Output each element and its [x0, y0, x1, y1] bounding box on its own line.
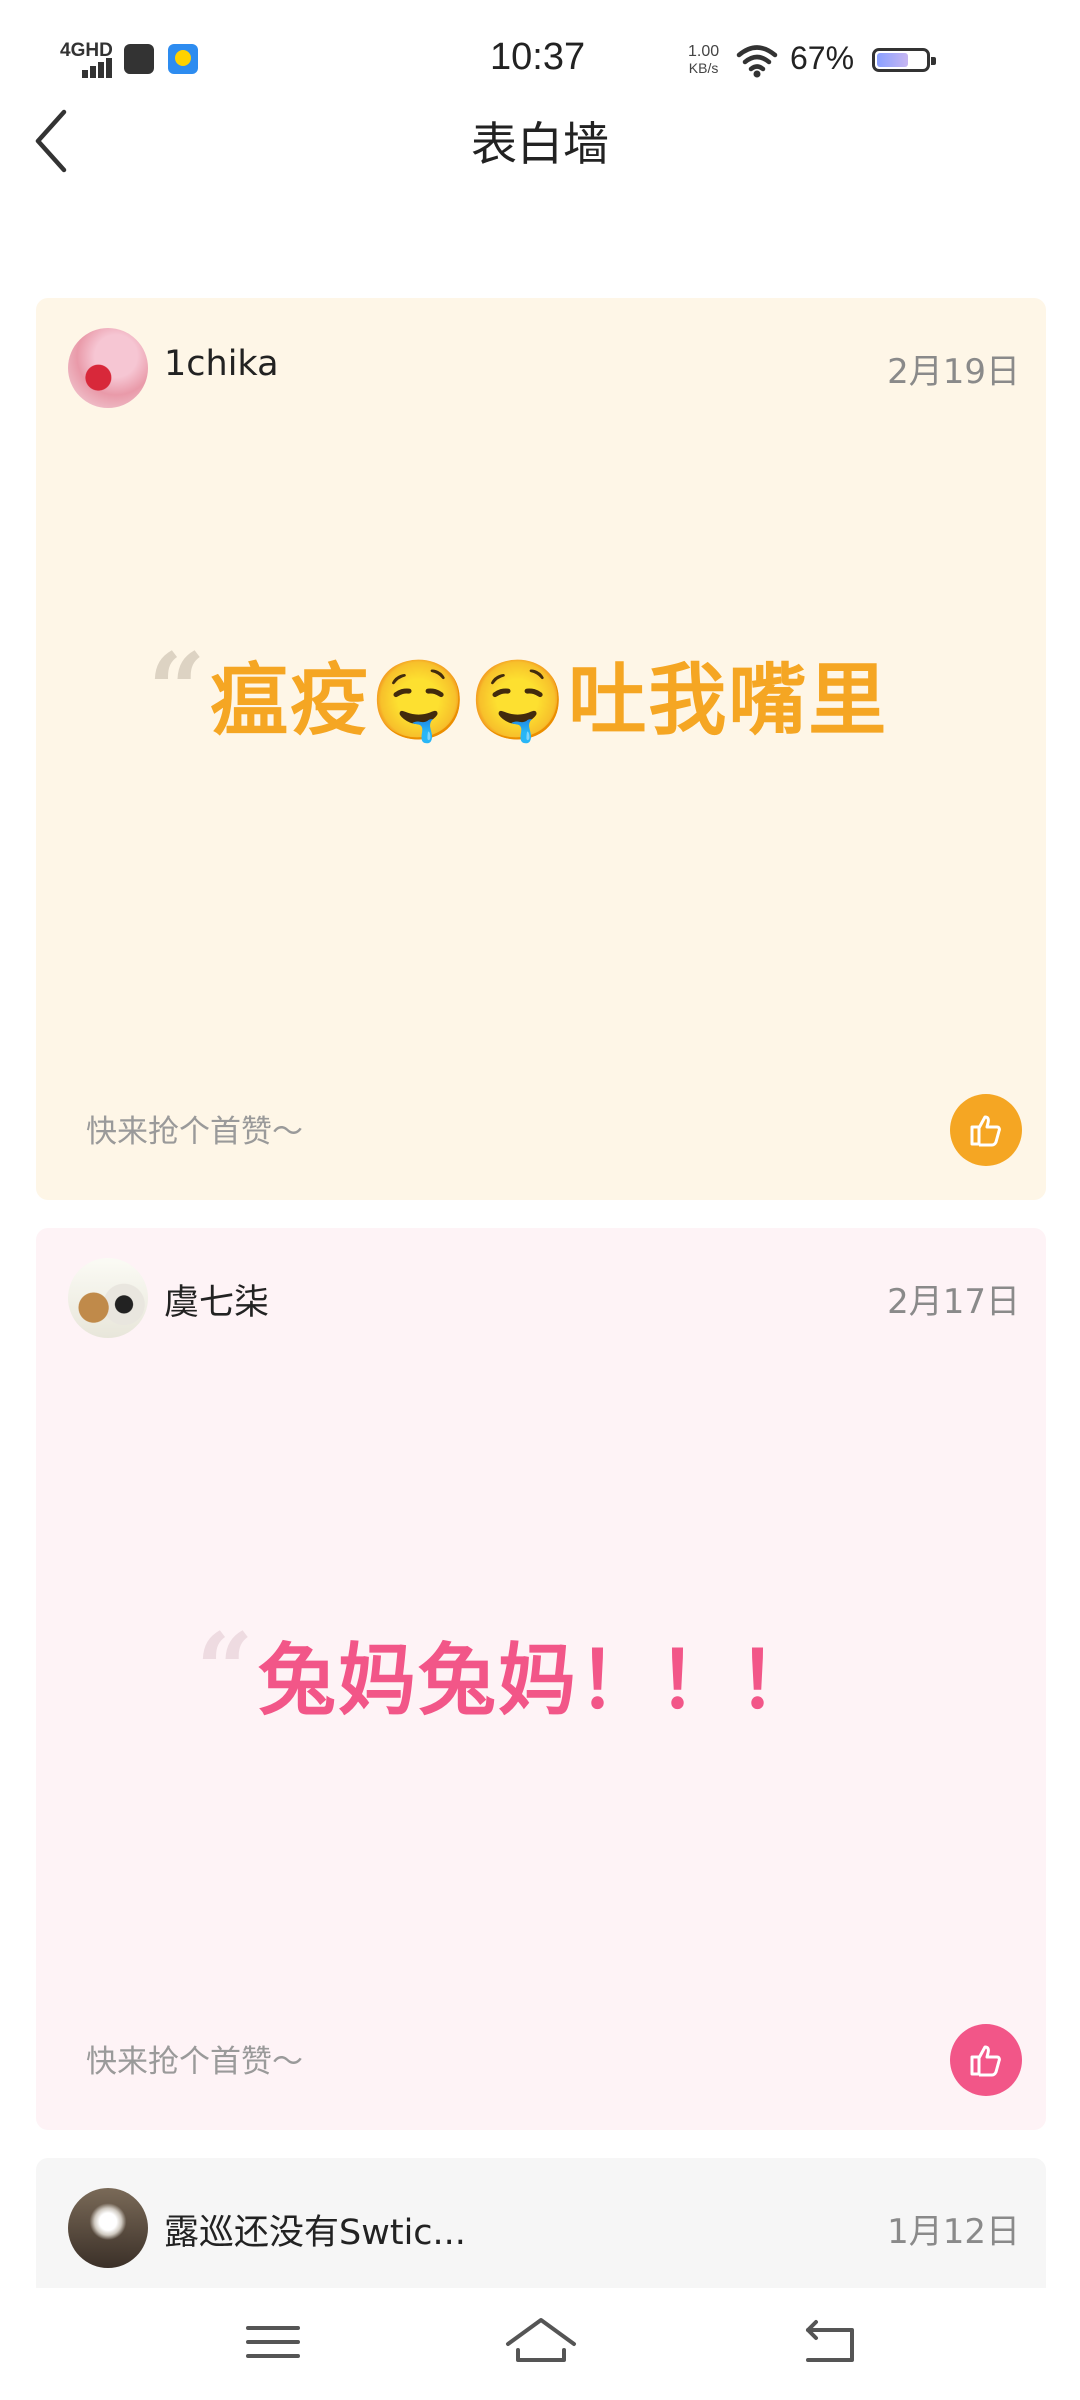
qq-icon: [168, 44, 198, 74]
wifi-icon: [736, 44, 778, 78]
avatar[interactable]: [68, 1258, 148, 1338]
page-title: 表白墙: [471, 117, 609, 171]
post-content: 瘟疫🤤🤤吐我嘴里: [210, 656, 889, 746]
post-date: 2月17日: [887, 1282, 1020, 1322]
network-speed-unit: KB/s: [688, 60, 719, 76]
avatar[interactable]: [68, 328, 148, 408]
post-date: 2月19日: [887, 352, 1020, 392]
like-button[interactable]: [950, 1094, 1022, 1166]
card-header: 虞七柒 2月17日: [68, 1258, 1020, 1338]
card-header: 露巡还没有Swtic... 1月12日: [68, 2188, 1020, 2268]
post-date: 1月12日: [887, 2212, 1020, 2252]
author-name[interactable]: 露巡还没有Swtic...: [164, 2204, 466, 2255]
like-hint: 快来抢个首赞～: [86, 2044, 303, 2080]
clock: 10:37: [490, 36, 586, 78]
battery-percent: 67%: [790, 40, 855, 76]
home-icon: [506, 2318, 576, 2362]
author-name[interactable]: 虞七柒: [164, 1274, 269, 1325]
home-button[interactable]: [496, 2306, 586, 2376]
network-speed-value: 1.00: [688, 43, 720, 60]
avatar[interactable]: [68, 2188, 148, 2268]
battery-icon: [872, 48, 936, 72]
quote-mark-icon: “: [148, 631, 206, 749]
header: 表白墙: [0, 100, 1080, 180]
return-icon: [806, 2320, 854, 2362]
signal-icon: [82, 58, 112, 78]
card-header: 1chika 2月19日: [68, 328, 1020, 408]
network-speed: 1.00 KB/s: [688, 43, 720, 77]
system-navigation-bar: [0, 2288, 1080, 2400]
thumbs-up-icon: [970, 2045, 1001, 2077]
menu-button[interactable]: [228, 2306, 318, 2376]
like-hint: 快来抢个首赞～: [86, 1114, 303, 1150]
thumbs-up-icon: [970, 1115, 1001, 1147]
confession-card[interactable]: 1chika 2月19日 “ 瘟疫🤤🤤吐我嘴里 快来抢个首赞～: [36, 298, 1046, 1200]
like-button[interactable]: [950, 2024, 1022, 2096]
menu-icon: [246, 2326, 300, 2358]
post-content: 兔妈兔妈！！！: [258, 1636, 819, 1726]
quote-mark-icon: “: [196, 1611, 254, 1729]
return-button[interactable]: [784, 2306, 874, 2376]
confession-card[interactable]: 虞七柒 2月17日 “ 兔妈兔妈！！！ 快来抢个首赞～: [36, 1228, 1046, 2130]
author-name[interactable]: 1chika: [164, 344, 279, 384]
app-notification-icon: [124, 44, 154, 74]
